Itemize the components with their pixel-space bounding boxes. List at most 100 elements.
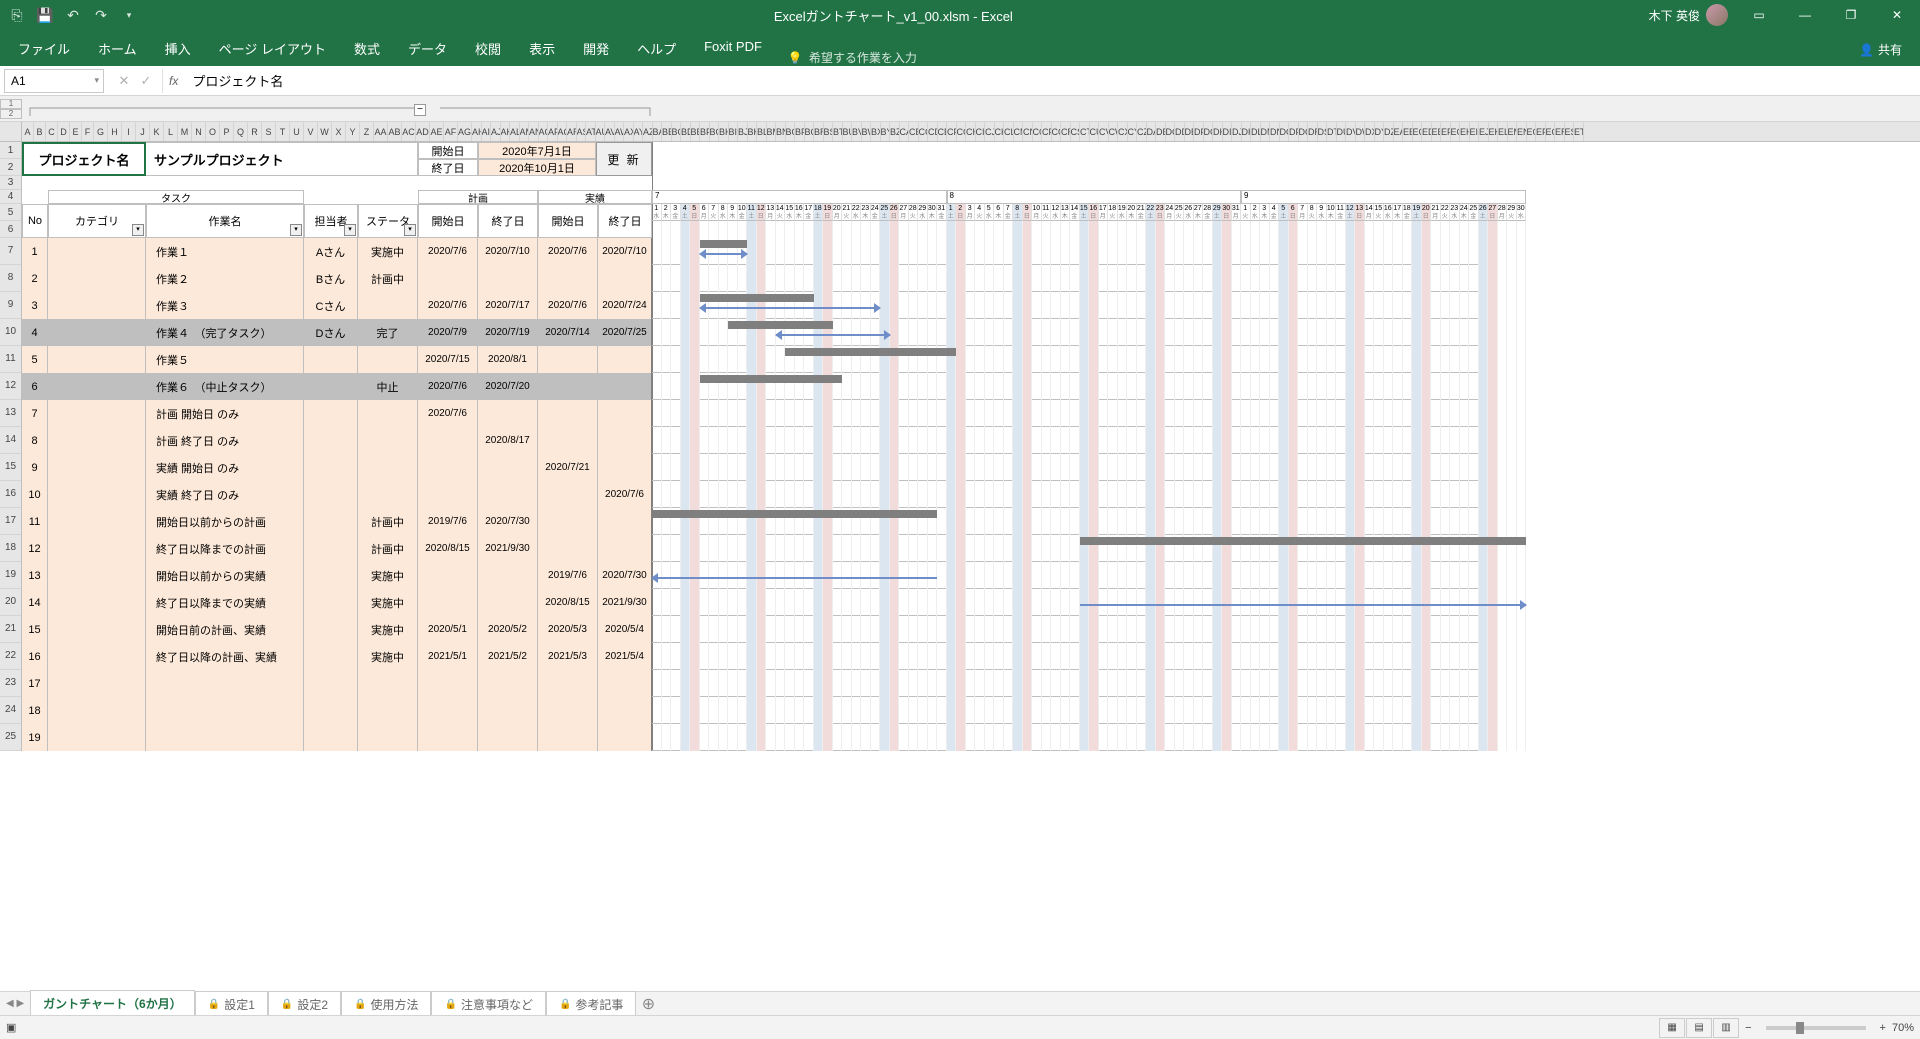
no-header[interactable]: No <box>22 204 48 238</box>
user-account[interactable]: 木下 英俊 <box>1641 4 1736 26</box>
plan-end-header[interactable]: 終了日 <box>478 204 538 238</box>
ribbon-tab[interactable]: 開発 <box>569 31 623 66</box>
page-break-view-icon[interactable]: ▥ <box>1713 1018 1739 1038</box>
sheet-tab[interactable]: 🔒使用方法 <box>341 991 431 1017</box>
worksheet-grid[interactable]: ABCDEFGHIJKLMNOPQRSTUVWXYZAAABACADAEAFAG… <box>0 122 1920 991</box>
ribbon-display-options-icon[interactable]: ▭ <box>1736 0 1782 30</box>
close-button[interactable]: ✕ <box>1874 0 1920 30</box>
minimize-button[interactable]: — <box>1782 0 1828 30</box>
outline-collapse-button[interactable]: − <box>414 104 426 116</box>
user-avatar <box>1706 4 1728 26</box>
gantt-plan-bar <box>652 510 937 518</box>
filter-dropdown-icon[interactable]: ▾ <box>290 224 302 236</box>
gantt-plan-bar <box>1080 537 1527 545</box>
ribbon-tab[interactable]: ファイル <box>4 31 84 66</box>
ribbon-tab[interactable]: 校閲 <box>461 31 515 66</box>
column-headers[interactable]: ABCDEFGHIJKLMNOPQRSTUVWXYZAAABACADAEAFAG… <box>0 122 1920 142</box>
category-header[interactable]: カテゴリ▾ <box>48 204 146 238</box>
start-date-label[interactable]: 開始日 <box>418 142 478 159</box>
outline-levels[interactable]: 12 <box>0 99 22 119</box>
autosave-icon[interactable]: ⎘ <box>4 2 30 28</box>
lock-icon: 🔒 <box>281 999 293 1010</box>
enter-formula-icon[interactable]: ✓ <box>136 73 156 89</box>
gantt-plan-bar <box>700 294 814 302</box>
save-icon[interactable]: 💾 <box>32 2 58 28</box>
formula-bar: A1 ✕ ✓ fx <box>0 66 1920 96</box>
normal-view-icon[interactable]: ▦ <box>1659 1018 1685 1038</box>
sheet-tab[interactable]: 🔒注意事項など <box>431 991 545 1017</box>
undo-icon[interactable]: ↶ <box>60 2 86 28</box>
ribbon-tab[interactable]: 数式 <box>340 31 394 66</box>
gantt-plan-bar <box>700 375 843 383</box>
gantt-date-header: 71水2木3金4土5日6月7火8水9木10金11土12日13月14火15水16木… <box>652 190 1920 238</box>
gantt-plan-bar <box>700 240 748 248</box>
zoom-out-icon[interactable]: − <box>1739 1022 1757 1034</box>
new-sheet-button[interactable]: ⊕ <box>636 992 660 1016</box>
select-all-corner[interactable] <box>0 122 22 141</box>
row-headers[interactable]: 123 456 78910111213141516171819202122232… <box>0 142 22 751</box>
sheet-tab-active[interactable]: ガントチャート（6か月） <box>30 990 195 1018</box>
ribbon-tab[interactable]: 表示 <box>515 31 569 66</box>
zoom-level[interactable]: 70% <box>1892 1022 1914 1034</box>
macro-record-icon[interactable]: ▣ <box>6 1021 16 1034</box>
zoom-in-icon[interactable]: + <box>1874 1022 1892 1034</box>
maximize-button[interactable]: ❐ <box>1828 0 1874 30</box>
ribbon-tab[interactable]: データ <box>394 31 461 66</box>
actual-group-header: 実績 <box>538 190 652 204</box>
cancel-formula-icon[interactable]: ✕ <box>114 73 134 89</box>
filter-dropdown-icon[interactable]: ▾ <box>344 224 356 236</box>
project-name-label[interactable]: プロジェクト名 <box>22 142 146 176</box>
lock-icon: 🔒 <box>444 999 456 1010</box>
ribbon: ファイルホーム挿入ページ レイアウト数式データ校閲表示開発ヘルプFoxit PD… <box>0 30 1920 66</box>
filter-dropdown-icon[interactable]: ▾ <box>404 224 416 236</box>
end-date-value[interactable]: 2020年10月1日 <box>478 159 596 176</box>
zoom-slider[interactable] <box>1766 1026 1866 1030</box>
ribbon-tab[interactable]: ページ レイアウト <box>205 31 340 66</box>
taskname-header[interactable]: 作業名▾ <box>146 204 304 238</box>
gantt-actual-bar <box>700 307 881 309</box>
lock-icon: 🔒 <box>559 999 571 1010</box>
page-layout-view-icon[interactable]: ▤ <box>1686 1018 1712 1038</box>
ribbon-tab[interactable]: ホーム <box>84 31 151 66</box>
share-button[interactable]: 👤 共有 <box>1845 33 1916 66</box>
gantt-actual-bar <box>700 253 748 255</box>
status-header[interactable]: ステータ▾ <box>358 204 418 238</box>
sheet-tab[interactable]: 🔒設定1 <box>195 991 268 1017</box>
quick-access-toolbar: ⎘ 💾 ↶ ↷ ▾ <box>0 2 146 28</box>
user-name: 木下 英俊 <box>1649 7 1700 24</box>
ribbon-tab[interactable]: Foxit PDF <box>690 31 776 66</box>
filter-dropdown-icon[interactable]: ▾ <box>132 224 144 236</box>
gantt-plan-bar <box>728 321 833 329</box>
sheet-tab[interactable]: 🔒設定2 <box>268 991 341 1017</box>
qat-customize-icon[interactable]: ▾ <box>116 2 142 28</box>
actual-start-header[interactable]: 開始日 <box>538 204 598 238</box>
tell-me-placeholder: 希望する作業を入力 <box>809 49 917 66</box>
lock-icon: 🔒 <box>354 999 366 1010</box>
start-date-value[interactable]: 2020年7月1日 <box>478 142 596 159</box>
window-title: Excelガントチャート_v1_00.xlsm - Excel <box>146 6 1641 25</box>
gantt-actual-bar <box>652 577 937 579</box>
actual-end-header[interactable]: 終了日 <box>598 204 652 238</box>
end-date-label[interactable]: 終了日 <box>418 159 478 176</box>
tab-navigation[interactable]: ◀ ▶ <box>0 998 30 1009</box>
task-group-header: タスク <box>48 190 304 204</box>
sheet-tabs-bar: ◀ ▶ ガントチャート（6か月） 🔒設定1🔒設定2🔒使用方法🔒注意事項など🔒参考… <box>0 991 1920 1015</box>
formula-input[interactable] <box>184 69 1920 93</box>
gantt-chart-area[interactable]: 71水2木3金4土5日6月7火8水9木10金11土12日13月14火15水16木… <box>652 142 1920 751</box>
name-box[interactable]: A1 <box>4 69 104 93</box>
tell-me-search[interactable]: 💡 希望する作業を入力 <box>776 49 929 66</box>
update-button[interactable]: 更 新 <box>596 142 652 176</box>
assignee-header[interactable]: 担当者▾ <box>304 204 358 238</box>
gantt-plan-bar <box>785 348 956 356</box>
status-bar: ▣ ▦ ▤ ▥ − + 70% <box>0 1015 1920 1039</box>
project-name-value[interactable]: サンプルプロジェクト <box>146 142 418 176</box>
plan-start-header[interactable]: 開始日 <box>418 204 478 238</box>
lock-icon: 🔒 <box>208 999 220 1010</box>
titlebar: ⎘ 💾 ↶ ↷ ▾ Excelガントチャート_v1_00.xlsm - Exce… <box>0 0 1920 30</box>
redo-icon[interactable]: ↷ <box>88 2 114 28</box>
sheet-tab[interactable]: 🔒参考記事 <box>546 991 636 1017</box>
ribbon-tab[interactable]: 挿入 <box>151 31 205 66</box>
gantt-actual-bar <box>1080 604 1527 606</box>
ribbon-tab[interactable]: ヘルプ <box>623 31 690 66</box>
fx-icon[interactable]: fx <box>163 74 184 88</box>
